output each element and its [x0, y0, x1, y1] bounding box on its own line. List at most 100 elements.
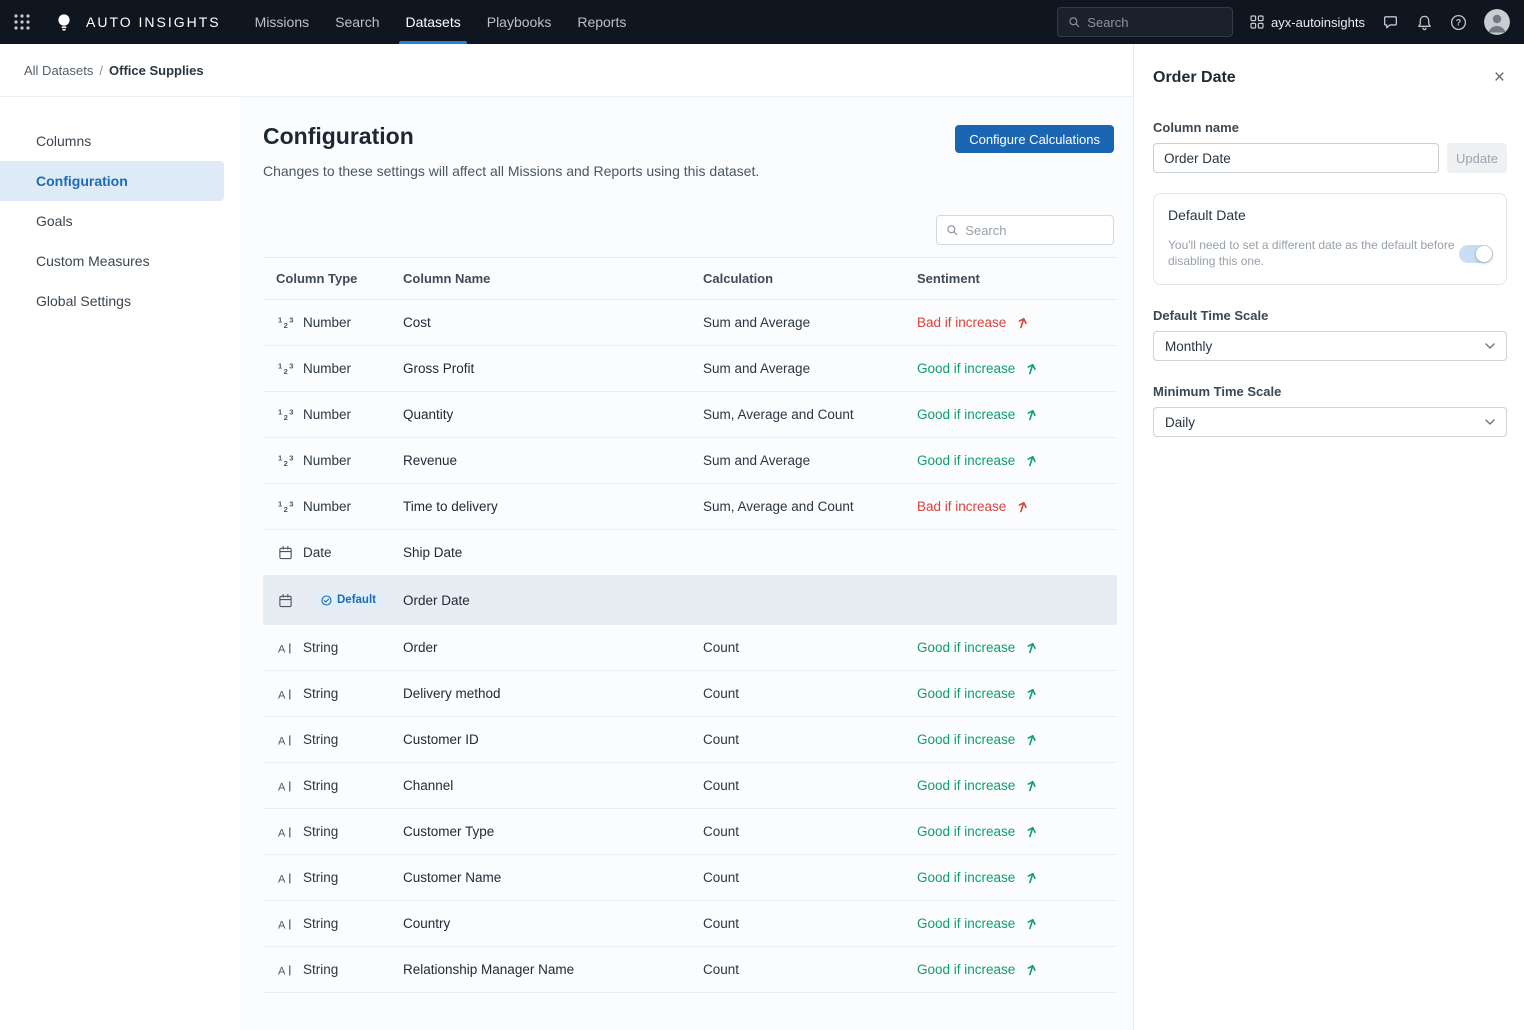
svg-text:A: A	[278, 689, 286, 701]
number-type-icon: 123	[276, 499, 294, 514]
sentiment-label: Bad if increase	[917, 315, 1006, 330]
column-name-cell: Quantity	[403, 392, 703, 438]
columns-table: Column Type Column Name Calculation Sent…	[263, 257, 1117, 993]
top-nav: Missions Search Datasets Playbooks Repor…	[255, 0, 627, 44]
calculation-cell: Count	[703, 947, 917, 993]
table-row[interactable]: 123	[263, 530, 1117, 576]
breadcrumb-current: Office Supplies	[109, 63, 204, 78]
sidebar-item-label: Configuration	[36, 173, 128, 189]
configuration-content: Configuration Changes to these settings …	[240, 97, 1133, 1030]
check-circle-icon	[321, 595, 332, 606]
workspace-switcher[interactable]: ayx-autoinsights	[1250, 15, 1365, 30]
brand-title: AUTO INSIGHTS	[86, 14, 221, 30]
chevron-down-icon	[1485, 419, 1495, 425]
sentiment-label: Good if increase	[917, 962, 1015, 977]
sidebar-item[interactable]: Custom Measures	[0, 241, 224, 281]
topbar-search-input[interactable]	[1087, 15, 1222, 30]
column-type-label: String	[303, 870, 338, 885]
column-name-cell: Order Date	[403, 576, 703, 625]
chat-icon[interactable]	[1382, 14, 1399, 31]
calculation-cell: Count	[703, 763, 917, 809]
column-name-cell: Channel	[403, 763, 703, 809]
nav-item[interactable]: Missions	[255, 0, 309, 44]
default-date-title: Default Date	[1168, 207, 1492, 223]
minimum-time-scale-value: Daily	[1165, 415, 1195, 430]
sentiment-label: Good if increase	[917, 824, 1015, 839]
table-row[interactable]: 123	[263, 671, 1117, 717]
breadcrumb-all-datasets[interactable]: All Datasets	[24, 63, 93, 78]
column-name-cell: Ship Date	[403, 530, 703, 576]
svg-text:3: 3	[289, 454, 293, 463]
close-icon[interactable]: ×	[1492, 66, 1507, 89]
sentiment-label: Bad if increase	[917, 499, 1006, 514]
sidebar-item[interactable]: Goals	[0, 201, 224, 241]
trend-up-arrow-icon	[1024, 962, 1039, 977]
configure-calculations-button[interactable]: Configure Calculations	[955, 125, 1114, 153]
column-type-label: String	[303, 824, 338, 839]
column-name-cell: Delivery method	[403, 671, 703, 717]
calculation-cell: Sum and Average	[703, 300, 917, 346]
table-row[interactable]: 123	[263, 392, 1117, 438]
nav-item[interactable]: Reports	[577, 0, 626, 44]
sentiment-cell: Bad if increase	[917, 499, 1030, 514]
app-switcher-icon[interactable]	[12, 12, 32, 32]
svg-text:A: A	[278, 965, 286, 977]
table-search-input[interactable]	[965, 223, 1104, 238]
sidebar-item[interactable]: Global Settings	[0, 281, 224, 321]
sentiment-cell: Good if increase	[917, 361, 1039, 376]
sentiment-cell: Good if increase	[917, 407, 1039, 422]
column-name-input[interactable]	[1153, 143, 1439, 173]
calculation-cell	[703, 576, 917, 625]
sentiment-cell: Good if increase	[917, 686, 1039, 701]
default-time-scale-select[interactable]: Monthly	[1153, 331, 1507, 361]
settings-sidebar: Columns Configuration Goals Custom Measu…	[0, 97, 240, 1030]
table-row[interactable]: 123	[263, 855, 1117, 901]
column-header-calculation: Calculation	[703, 258, 917, 300]
topbar: AUTO INSIGHTS Missions Search Datasets P…	[0, 0, 1524, 44]
column-name-cell: Revenue	[403, 438, 703, 484]
table-row[interactable]: 123	[263, 947, 1117, 993]
sentiment-cell: Good if increase	[917, 870, 1039, 885]
minimum-time-scale-label: Minimum Time Scale	[1153, 384, 1507, 399]
nav-item[interactable]: Datasets	[405, 0, 460, 44]
column-type-label: Number	[303, 361, 351, 376]
page-title: Configuration	[263, 123, 759, 150]
table-row[interactable]: 123	[263, 576, 1117, 625]
panel-title: Order Date	[1153, 69, 1236, 87]
table-row[interactable]: 123	[263, 484, 1117, 530]
sentiment-label: Good if increase	[917, 640, 1015, 655]
nav-item[interactable]: Search	[335, 0, 379, 44]
notifications-bell-icon[interactable]	[1416, 14, 1433, 31]
table-row[interactable]: 123	[263, 763, 1117, 809]
svg-text:2: 2	[283, 367, 287, 376]
breadcrumb: All Datasets / Office Supplies	[0, 44, 1133, 97]
table-row[interactable]: 123	[263, 717, 1117, 763]
table-row[interactable]: 123	[263, 346, 1117, 392]
trend-up-arrow-icon	[1024, 361, 1039, 376]
trend-up-arrow-icon	[1024, 686, 1039, 701]
table-row[interactable]: 123	[263, 901, 1117, 947]
date-type-icon	[276, 545, 294, 560]
trend-up-arrow-icon	[1024, 824, 1039, 839]
avatar[interactable]	[1484, 9, 1510, 35]
sentiment-cell: Good if increase	[917, 778, 1039, 793]
default-badge-label: Default	[337, 594, 376, 606]
help-icon[interactable]: ?	[1450, 14, 1467, 31]
topbar-search[interactable]	[1057, 7, 1233, 37]
sidebar-item[interactable]: Columns	[0, 121, 224, 161]
trend-up-arrow-icon	[1024, 916, 1039, 931]
sentiment-label: Good if increase	[917, 916, 1015, 931]
nav-item[interactable]: Playbooks	[487, 0, 552, 44]
table-search[interactable]	[936, 215, 1114, 245]
column-name-cell: Order	[403, 625, 703, 671]
default-date-toggle[interactable]	[1459, 245, 1493, 263]
table-row[interactable]: 123	[263, 438, 1117, 484]
table-row[interactable]: 123	[263, 300, 1117, 346]
minimum-time-scale-select[interactable]: Daily	[1153, 407, 1507, 437]
default-date-card: Default Date You'll need to set a differ…	[1153, 193, 1507, 285]
table-row[interactable]: 123	[263, 625, 1117, 671]
sidebar-item[interactable]: Configuration	[0, 161, 224, 201]
table-row[interactable]: 123	[263, 809, 1117, 855]
update-button[interactable]: Update	[1447, 143, 1507, 173]
number-type-icon: 123	[276, 315, 294, 330]
